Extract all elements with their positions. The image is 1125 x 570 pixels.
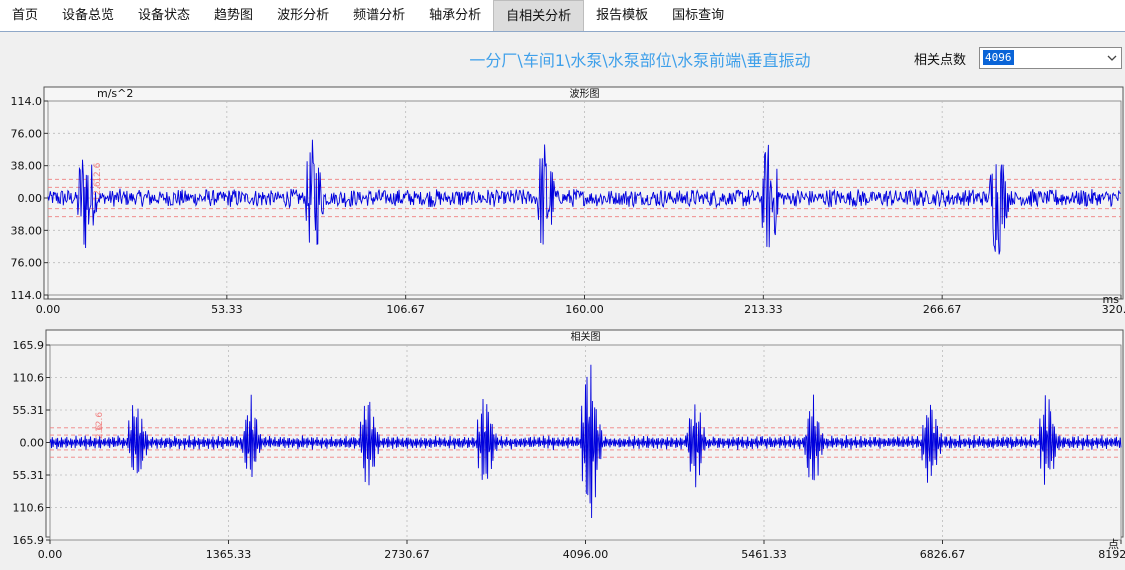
- y-tick-label: 114.0: [11, 95, 43, 108]
- y-tick-label: 55.31: [13, 469, 45, 482]
- x-tick-label: 4096.00: [563, 548, 609, 561]
- alarm-label-upper: 12.6: [95, 412, 105, 432]
- y-tick-label: 38.00: [11, 224, 43, 237]
- y-tick-label: 38.00: [11, 160, 43, 173]
- chart-frame: [43, 86, 1124, 300]
- y-unit-label: m/s^2: [97, 87, 133, 100]
- tab-0[interactable]: 首页: [0, 0, 50, 31]
- x-tick-label: 53.33: [211, 303, 243, 316]
- x-tick-label: 6826.67: [920, 548, 966, 561]
- measurement-path-title: 一分厂\车间1\水泵\水泵部位\水泵前端\垂直振动: [469, 51, 811, 70]
- chevron-down-icon: [1107, 55, 1117, 61]
- y-tick-label: 55.31: [13, 404, 45, 417]
- signal-trace: [47, 139, 1122, 255]
- tab-2[interactable]: 设备状态: [126, 0, 202, 31]
- waveform-chart: 波形图 m/s^2 0.00 53.33 106.67 160.00 213.33 266.6…: [11, 86, 1125, 561]
- chart-title: 波形图: [570, 87, 600, 100]
- tab-9[interactable]: 国标查询: [660, 0, 736, 31]
- correlation-points-select[interactable]: 4096: [979, 47, 1122, 69]
- x-tick-label: 320.00: [1102, 303, 1125, 316]
- chart-frame: [45, 329, 1124, 538]
- alarm-label-lower: 12.6: [93, 181, 103, 201]
- x-tick-label: 0.00: [36, 303, 61, 316]
- x-tick-label: 5461.33: [741, 548, 787, 561]
- x-tick-label: 0.00: [38, 548, 63, 561]
- x-tick-label: 8192.00: [1098, 548, 1125, 561]
- x-unit-label: ms: [1103, 293, 1120, 306]
- x-tick-label: 1365.33: [206, 548, 252, 561]
- correlation-points-value: 4096: [983, 50, 1014, 65]
- y-tick-label: 76.00: [11, 127, 43, 140]
- alarm-label-lower: 12.6: [95, 425, 105, 445]
- y-tick-label: 114.0: [11, 289, 43, 302]
- main-tab-bar: 首页 设备总览 设备状态 趋势图 波形分析 频谱分析 轴承分析 自相关分析 报告模板 国标查询: [0, 0, 1125, 32]
- tab-1[interactable]: 设备总览: [50, 0, 126, 31]
- plot-area: [49, 344, 1122, 541]
- y-tick-label: 110.6: [13, 372, 45, 385]
- y-tick-label: 110.6: [13, 502, 45, 515]
- y-tick-label: 0.00: [20, 437, 45, 450]
- correlation-points-label: 相关点数: [914, 53, 967, 68]
- x-unit-label: 点: [1108, 538, 1119, 551]
- y-tick-label: 0.00: [18, 192, 43, 205]
- x-tick-label: 2730.67: [384, 548, 430, 561]
- tab-3[interactable]: 趋势图: [202, 0, 265, 31]
- chart-title: 相关图: [571, 330, 601, 343]
- tab-4[interactable]: 波形分析: [265, 0, 341, 31]
- tab-5[interactable]: 频谱分析: [341, 0, 417, 31]
- alarm-label-upper: 12.6: [93, 162, 103, 182]
- y-tick-label: 165.9: [13, 534, 45, 547]
- x-tick-label: 266.67: [923, 303, 962, 316]
- x-tick-label: 213.33: [744, 303, 783, 316]
- tab-8[interactable]: 报告模板: [584, 0, 660, 31]
- signal-trace: [49, 364, 1122, 519]
- y-tick-label: 165.9: [13, 339, 45, 352]
- tab-6[interactable]: 轴承分析: [417, 0, 493, 31]
- x-tick-label: 160.00: [565, 303, 604, 316]
- tab-7[interactable]: 自相关分析: [493, 0, 585, 31]
- plot-area: [47, 100, 1122, 296]
- chart-panel-0: 波形图 m/s^2 0.00 53.33 106.67 160.00 213.33 266.6…: [11, 86, 1125, 316]
- y-tick-label: 76.00: [11, 257, 43, 270]
- chart-panel-1: 相关图 0.00 1365.33 2730.67 4096.00 5461.33 6826.…: [13, 329, 1125, 561]
- x-tick-label: 106.67: [386, 303, 425, 316]
